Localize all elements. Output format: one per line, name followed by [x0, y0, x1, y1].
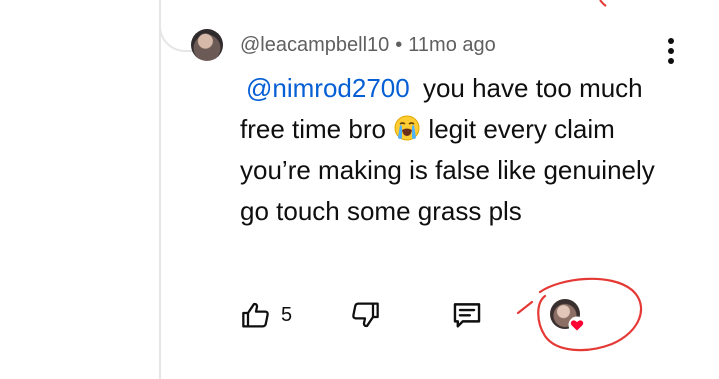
more-dot [668, 48, 674, 54]
annotation-stroke-top [599, 0, 607, 7]
user-avatar[interactable] [191, 29, 223, 61]
comment-header: @leacampbell10 • 11mo ago [240, 34, 496, 57]
like-count: 5 [281, 303, 293, 326]
heart-icon [568, 316, 586, 334]
mention-link[interactable]: @nimrod2700 [240, 73, 416, 103]
comment-reply-view: @leacampbell10 • 11mo ago @nimrod2700 you … [0, 0, 719, 379]
more-options-button[interactable] [663, 38, 679, 70]
more-dot [668, 58, 674, 64]
thumbs-down-icon [352, 302, 379, 328]
loudly-crying-face-icon [394, 115, 420, 141]
more-dot [668, 38, 674, 44]
like-button[interactable]: 5 [240, 297, 292, 333]
creator-heart-badge[interactable] [550, 299, 586, 334]
thumbs-up-icon [242, 302, 269, 328]
dislike-button[interactable] [349, 297, 381, 333]
comment-text: @nimrod2700 you have too much free time … [240, 68, 660, 232]
timestamp: 11mo ago [408, 34, 496, 56]
header-separator: • [395, 34, 403, 56]
thread-line [159, 0, 161, 379]
username[interactable]: @leacampbell10 [240, 34, 389, 56]
comment-icon [453, 303, 481, 328]
reply-button[interactable] [450, 297, 484, 333]
